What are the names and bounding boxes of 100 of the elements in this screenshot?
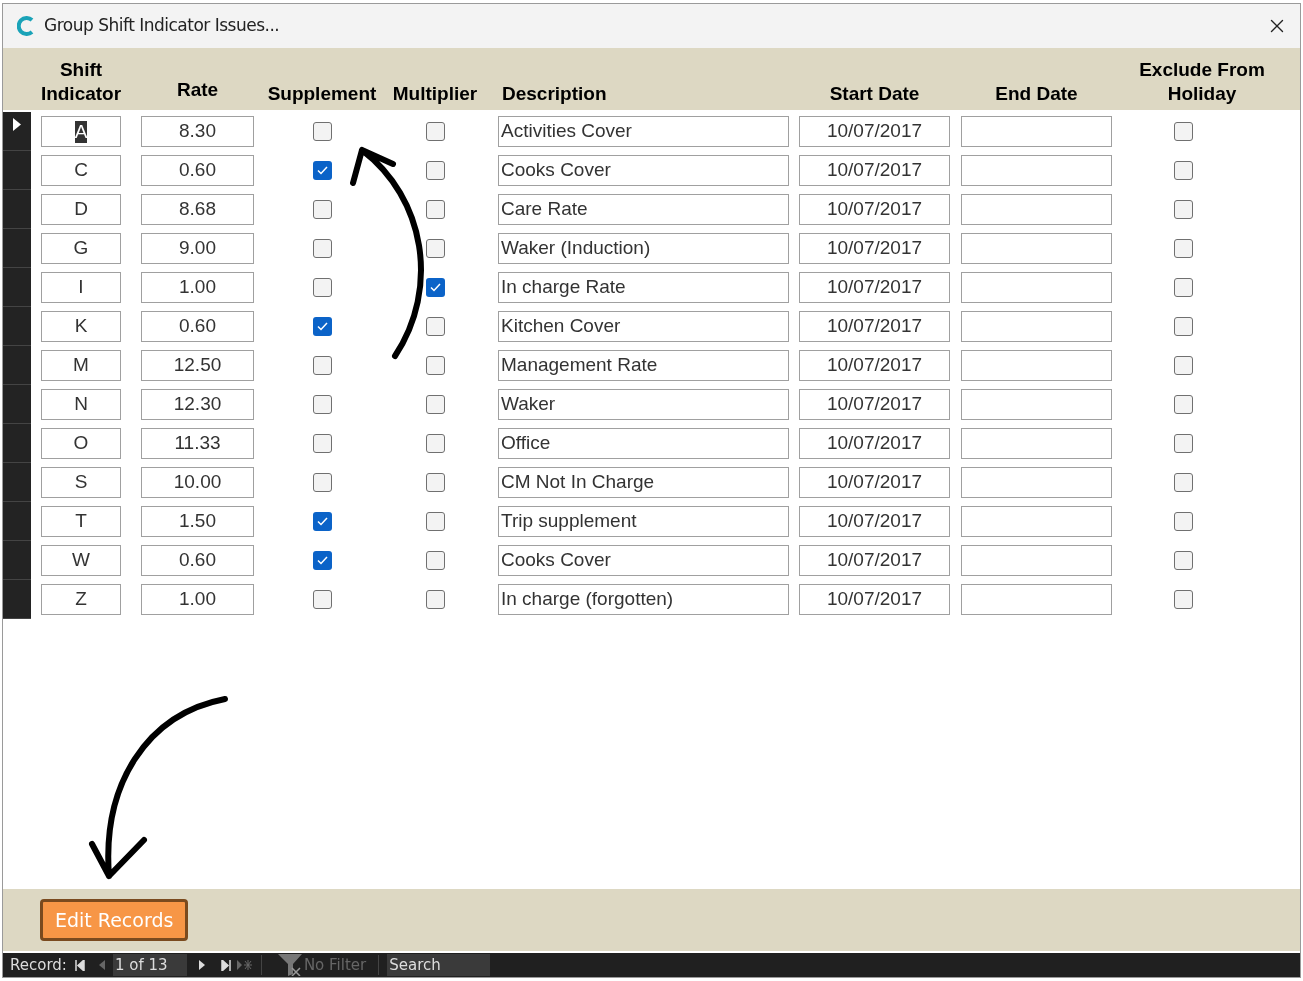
multiplier-checkbox[interactable] [425,356,445,375]
end-date-field[interactable] [961,545,1112,576]
supplement-checkbox[interactable] [312,200,332,219]
start-date-field[interactable]: 10/07/2017 [799,545,950,576]
end-date-field[interactable] [961,116,1112,147]
next-record-icon[interactable] [198,960,205,970]
multiplier-checkbox[interactable] [425,473,445,492]
rate-field[interactable]: 8.68 [141,194,254,225]
exclude-checkbox[interactable] [1173,239,1193,258]
supplement-checkbox[interactable] [312,122,332,141]
supplement-checkbox[interactable] [312,161,332,180]
description-field[interactable]: CM Not In Charge [498,467,789,498]
supplement-checkbox[interactable] [312,434,332,453]
exclude-checkbox[interactable] [1173,590,1193,609]
shift-indicator-field[interactable]: K [41,311,121,342]
start-date-field[interactable]: 10/07/2017 [799,467,950,498]
start-date-field[interactable]: 10/07/2017 [799,311,950,342]
rate-field[interactable]: 1.00 [141,272,254,303]
rate-field[interactable]: 1.00 [141,584,254,615]
shift-indicator-field[interactable]: M [41,350,121,381]
record-position-field[interactable]: 1 of 13 [112,954,187,976]
description-field[interactable]: Waker (Induction) [498,233,789,264]
end-date-field[interactable] [961,389,1112,420]
shift-indicator-field[interactable]: Z [41,584,121,615]
exclude-checkbox[interactable] [1173,122,1193,141]
shift-indicator-field[interactable]: C [41,155,121,186]
shift-indicator-field[interactable]: A [41,116,121,147]
exclude-checkbox[interactable] [1173,551,1193,570]
description-field[interactable]: Activities Cover [498,116,789,147]
end-date-field[interactable] [961,194,1112,225]
supplement-checkbox[interactable] [312,239,332,258]
exclude-checkbox[interactable] [1173,434,1193,453]
multiplier-checkbox[interactable] [425,551,445,570]
end-date-field[interactable] [961,350,1112,381]
rate-field[interactable]: 10.00 [141,467,254,498]
description-field[interactable]: Care Rate [498,194,789,225]
multiplier-checkbox[interactable] [425,317,445,336]
supplement-checkbox[interactable] [312,278,332,297]
rate-field[interactable]: 9.00 [141,233,254,264]
exclude-checkbox[interactable] [1173,278,1193,297]
start-date-field[interactable]: 10/07/2017 [799,233,950,264]
start-date-field[interactable]: 10/07/2017 [799,428,950,459]
rate-field[interactable]: 0.60 [141,311,254,342]
exclude-checkbox[interactable] [1173,317,1193,336]
multiplier-checkbox[interactable] [425,434,445,453]
description-field[interactable]: Management Rate [498,350,789,381]
description-field[interactable]: In charge (forgotten) [498,584,789,615]
first-record-icon[interactable] [74,959,85,971]
description-field[interactable]: Cooks Cover [498,155,789,186]
rate-field[interactable]: 12.50 [141,350,254,381]
start-date-field[interactable]: 10/07/2017 [799,272,950,303]
shift-indicator-field[interactable]: W [41,545,121,576]
start-date-field[interactable]: 10/07/2017 [799,389,950,420]
multiplier-checkbox[interactable] [425,395,445,414]
end-date-field[interactable] [961,233,1112,264]
start-date-field[interactable]: 10/07/2017 [799,116,950,147]
rate-field[interactable]: 11.33 [141,428,254,459]
exclude-checkbox[interactable] [1173,512,1193,531]
shift-indicator-field[interactable]: O [41,428,121,459]
rate-field[interactable]: 0.60 [141,155,254,186]
multiplier-checkbox[interactable] [425,512,445,531]
end-date-field[interactable] [961,311,1112,342]
rate-field[interactable]: 8.30 [141,116,254,147]
start-date-field[interactable]: 10/07/2017 [799,350,950,381]
supplement-checkbox[interactable] [312,317,332,336]
supplement-checkbox[interactable] [312,356,332,375]
multiplier-checkbox[interactable] [425,161,445,180]
supplement-checkbox[interactable] [312,551,332,570]
supplement-checkbox[interactable] [312,512,332,531]
exclude-checkbox[interactable] [1173,473,1193,492]
shift-indicator-field[interactable]: N [41,389,121,420]
rate-field[interactable]: 12.30 [141,389,254,420]
previous-record-icon[interactable] [98,960,105,970]
end-date-field[interactable] [961,155,1112,186]
start-date-field[interactable]: 10/07/2017 [799,155,950,186]
rate-field[interactable]: 1.50 [141,506,254,537]
record-selector[interactable] [3,112,31,151]
description-field[interactable]: Cooks Cover [498,545,789,576]
multiplier-checkbox[interactable] [425,200,445,219]
start-date-field[interactable]: 10/07/2017 [799,506,950,537]
end-date-field[interactable] [961,272,1112,303]
exclude-checkbox[interactable] [1173,356,1193,375]
supplement-checkbox[interactable] [312,590,332,609]
shift-indicator-field[interactable]: G [41,233,121,264]
new-record-icon[interactable] [236,960,253,970]
shift-indicator-field[interactable]: T [41,506,121,537]
exclude-checkbox[interactable] [1173,395,1193,414]
last-record-icon[interactable] [220,959,231,971]
supplement-checkbox[interactable] [312,473,332,492]
end-date-field[interactable] [961,584,1112,615]
shift-indicator-field[interactable]: I [41,272,121,303]
description-field[interactable]: Waker [498,389,789,420]
multiplier-checkbox[interactable] [425,590,445,609]
description-field[interactable]: In charge Rate [498,272,789,303]
multiplier-checkbox[interactable] [425,278,445,297]
multiplier-checkbox[interactable] [425,122,445,141]
description-field[interactable]: Office [498,428,789,459]
end-date-field[interactable] [961,467,1112,498]
search-field[interactable]: Search [387,954,491,976]
supplement-checkbox[interactable] [312,395,332,414]
